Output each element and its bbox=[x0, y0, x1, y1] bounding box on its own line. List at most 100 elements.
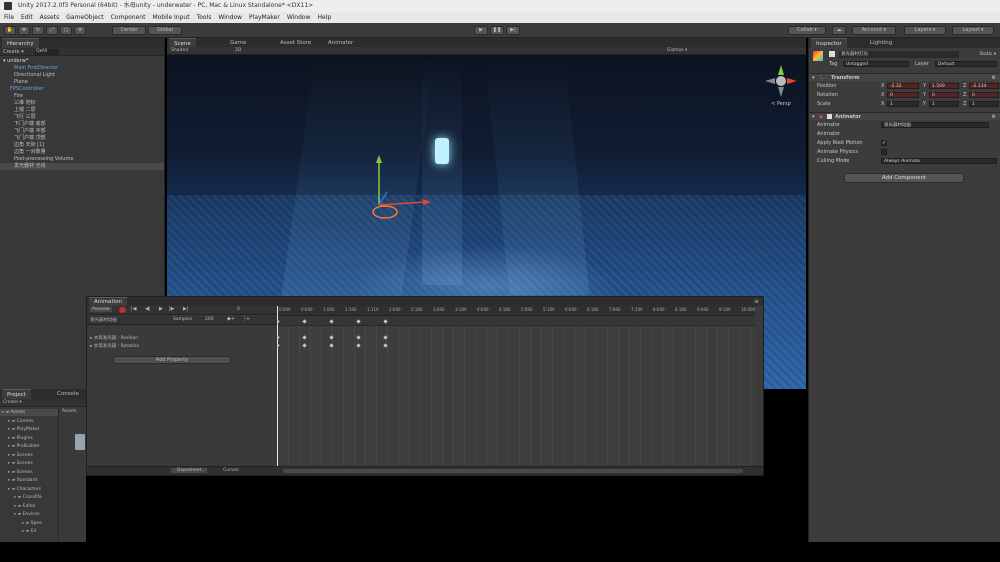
project-folder[interactable]: ▸ ▰ Plugins bbox=[0, 435, 58, 442]
project-folder[interactable]: ▸ ▰ ProBuilder bbox=[0, 443, 58, 450]
pause-icon[interactable]: ❚❚ bbox=[490, 26, 504, 35]
scale-tool-icon[interactable]: ⤢ bbox=[46, 26, 58, 35]
gizmos-button[interactable]: Gizmos ▾ bbox=[667, 48, 687, 53]
culling-select[interactable]: Always Animate bbox=[881, 158, 997, 164]
shading-mode-select[interactable]: Shaded bbox=[171, 48, 188, 53]
view-orientation-gizmo-icon[interactable]: < Persp bbox=[761, 61, 801, 107]
project-folder[interactable]: ▸ ▰ Scenes bbox=[0, 452, 58, 459]
menu-item[interactable]: Component bbox=[111, 12, 146, 23]
asset-thumbnail[interactable] bbox=[75, 434, 85, 450]
keyframe-icon[interactable] bbox=[356, 343, 361, 348]
project-folder[interactable]: ▸ ▰ Ed bbox=[0, 528, 58, 535]
hierarchy-item[interactable]: FPSController bbox=[0, 86, 164, 93]
horizontal-scrollbar[interactable] bbox=[283, 469, 743, 473]
dopesheet-tab[interactable]: Dopesheet bbox=[171, 468, 208, 473]
hierarchy-item[interactable]: 三维 地标 bbox=[0, 100, 164, 107]
property-row-rotation[interactable]: ▸ 水母发光器 : Rotation bbox=[90, 343, 275, 351]
tag-select[interactable]: Untagged bbox=[843, 61, 909, 67]
menu-item[interactable]: Tools bbox=[197, 12, 212, 23]
hierarchy-search-input[interactable]: Q▾All bbox=[34, 49, 60, 55]
static-toggle[interactable]: Static ▾ bbox=[979, 51, 996, 59]
prev-key-icon[interactable]: ◀| bbox=[145, 306, 151, 312]
window-menu-icon[interactable]: ≡ bbox=[754, 297, 759, 306]
active-checkbox[interactable] bbox=[829, 51, 835, 57]
hierarchy-item[interactable]: Main FirstDirector bbox=[0, 65, 164, 72]
hierarchy-item[interactable]: Plane bbox=[0, 79, 164, 86]
clip-select[interactable]: 发光器材动画 bbox=[90, 317, 117, 323]
tab-hierarchy[interactable]: Hierarchy bbox=[2, 38, 39, 48]
step-icon[interactable]: ▶| bbox=[506, 26, 520, 35]
first-key-icon[interactable]: |◀ bbox=[131, 306, 137, 312]
rect-tool-icon[interactable]: ▢ bbox=[60, 26, 72, 35]
apply-root-checkbox[interactable]: ✓ bbox=[881, 140, 887, 146]
move-gizmo-icon[interactable] bbox=[367, 150, 447, 220]
menu-item[interactable]: PlayMaker bbox=[249, 12, 280, 23]
layout-button[interactable]: Layout ▾ bbox=[952, 26, 994, 35]
hierarchy-create-button[interactable]: Create ▾ bbox=[3, 49, 24, 55]
project-folder[interactable]: ▸ ▰ Environ bbox=[0, 511, 58, 518]
rotate-tool-icon[interactable]: ↻ bbox=[32, 26, 44, 35]
menu-item[interactable]: GameObject bbox=[66, 12, 103, 23]
menu-item[interactable]: Window bbox=[218, 12, 242, 23]
pivot-global-button[interactable]: Global bbox=[148, 26, 182, 35]
menu-item[interactable]: Help bbox=[318, 12, 332, 23]
add-component-button[interactable]: Add Component bbox=[844, 173, 964, 183]
hand-tool-icon[interactable]: ✋ bbox=[4, 26, 16, 35]
move-tool-icon[interactable]: ✥ bbox=[18, 26, 30, 35]
account-button[interactable]: Account ▾ bbox=[852, 26, 896, 35]
menu-item[interactable]: Mobile Input bbox=[152, 12, 189, 23]
tab-project[interactable]: Project bbox=[2, 389, 31, 399]
transform-tool-icon[interactable]: ⊕ bbox=[74, 26, 86, 35]
object-name-field[interactable]: 发光器材灯光 bbox=[839, 51, 959, 58]
menu-item[interactable]: Window bbox=[287, 12, 311, 23]
last-key-icon[interactable]: ▶| bbox=[183, 306, 189, 312]
hierarchy-item[interactable]: 边角 天际 [1] bbox=[0, 142, 164, 149]
scale-y-field[interactable]: 1 bbox=[929, 101, 959, 107]
record-icon[interactable] bbox=[119, 307, 126, 313]
layers-button[interactable]: Layers ▾ bbox=[904, 26, 946, 35]
project-folder[interactable]: ▸ ▰ Scenes bbox=[0, 469, 58, 476]
hierarchy-item[interactable]: 发光器材 光线 bbox=[0, 163, 164, 170]
project-folder[interactable]: ▸ ▰ CrossPla bbox=[0, 494, 58, 501]
keyframe-icon[interactable] bbox=[302, 335, 307, 340]
project-folder[interactable]: ▸ ▰ Editor bbox=[0, 503, 58, 510]
dopesheet-area[interactable]: 0:000 0:000 1:000 1:100 1:110 2:000 2:100 3:000… bbox=[277, 306, 755, 466]
keyframe-icon[interactable] bbox=[277, 343, 280, 348]
keyframe-icon[interactable] bbox=[356, 335, 361, 340]
keyframe-icon[interactable] bbox=[277, 335, 280, 340]
samples-field[interactable]: 200 bbox=[205, 317, 214, 322]
pivot-center-button[interactable]: Center bbox=[112, 26, 146, 35]
chevron-down-icon[interactable]: ▾ bbox=[812, 74, 815, 82]
animate-physics-checkbox[interactable] bbox=[881, 149, 887, 155]
timeline-ruler[interactable]: 0:000 0:000 1:000 1:100 1:110 2:000 2:100 3:000… bbox=[277, 306, 755, 316]
project-folder[interactable]: ▸ ▰ Scenes bbox=[0, 460, 58, 467]
menu-item[interactable]: Edit bbox=[21, 12, 33, 23]
add-event-icon[interactable]: ⏐+ bbox=[243, 316, 250, 322]
rotation-y-field[interactable]: 0 bbox=[929, 92, 959, 98]
project-folder[interactable]: ▸ ▰ Comms bbox=[0, 418, 58, 425]
gear-icon[interactable]: ⚙ bbox=[992, 113, 996, 121]
menu-item[interactable]: Assets bbox=[40, 12, 60, 23]
project-folder[interactable]: ▸ ▰ Standard bbox=[0, 477, 58, 484]
keyframe-icon[interactable] bbox=[302, 343, 307, 348]
mode-2d-toggle[interactable]: 2D bbox=[235, 48, 241, 53]
hierarchy-item[interactable]: 上端 二层 bbox=[0, 107, 164, 114]
hierarchy-item[interactable]: 下门户端 底部 bbox=[0, 121, 164, 128]
project-folder[interactable]: ▸ ▰ Spee bbox=[0, 520, 58, 527]
rotation-x-field[interactable]: 0 bbox=[887, 92, 919, 98]
tab-lighting[interactable]: Lighting bbox=[865, 38, 897, 48]
assets-breadcrumb[interactable]: Assets bbox=[59, 408, 86, 415]
menu-item[interactable]: File bbox=[4, 12, 14, 23]
project-folder[interactable]: ▸ ▰ Characters bbox=[0, 486, 58, 493]
collab-button[interactable]: Collab ▾ bbox=[788, 26, 826, 35]
frame-field[interactable]: 0 bbox=[237, 307, 240, 312]
tab-console[interactable]: Console bbox=[52, 389, 84, 399]
project-folder[interactable]: ▸ ▰ Assets bbox=[0, 409, 58, 416]
curves-tab[interactable]: Curves bbox=[223, 468, 239, 473]
hierarchy-scene-root[interactable]: ▾ underw* bbox=[0, 58, 164, 65]
hierarchy-item[interactable]: 飞行 三层 bbox=[0, 114, 164, 121]
tab-animation[interactable]: Animation bbox=[89, 297, 128, 306]
position-z-field[interactable]: -2.134 bbox=[969, 83, 999, 89]
gear-icon[interactable]: ⚙ bbox=[992, 74, 996, 82]
animator-enabled-checkbox[interactable] bbox=[827, 114, 832, 119]
